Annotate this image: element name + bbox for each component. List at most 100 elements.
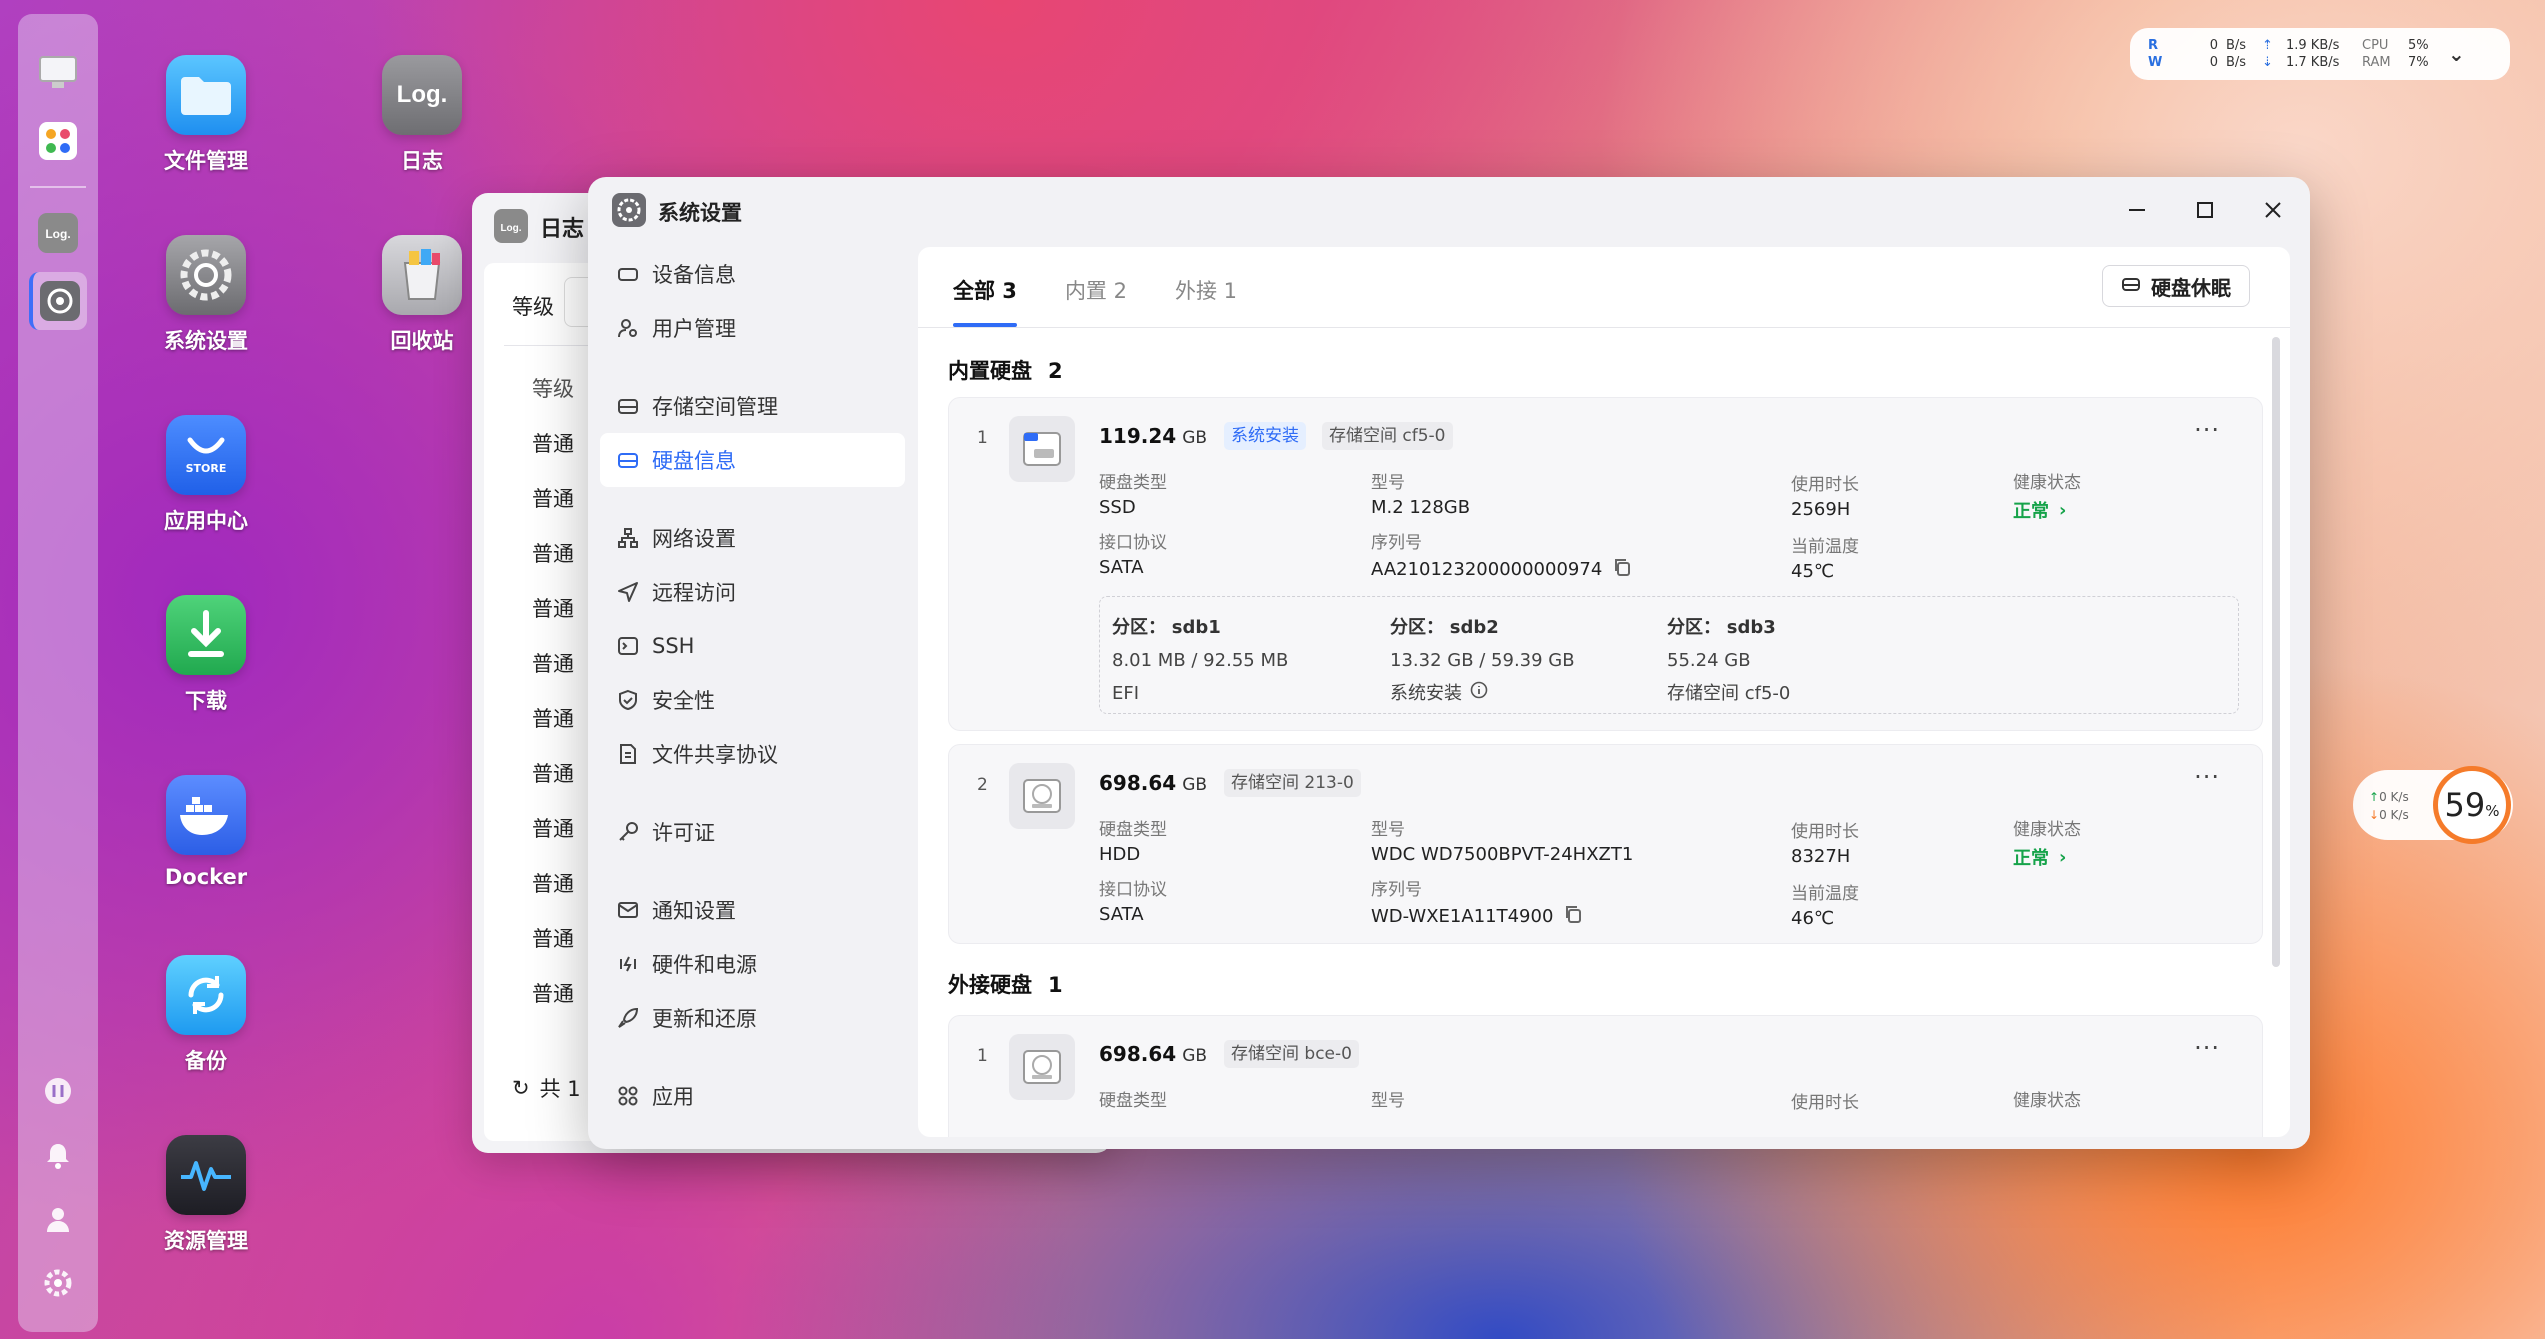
sidebar-item-device-info[interactable]: 设备信息 <box>600 247 905 301</box>
sidebar-item-apps[interactable]: 应用 <box>600 1069 905 1123</box>
disk-type-field: 硬盘类型 HDD <box>1099 815 1167 865</box>
table-row[interactable]: 普通 <box>532 648 574 678</box>
field-value: SATA <box>1099 557 1144 578</box>
sidebar-item-notifications[interactable]: 通知设置 <box>600 883 905 937</box>
sidebar-item-file-sharing[interactable]: 文件共享协议 <box>600 727 905 781</box>
read-value: 0 <box>2209 38 2218 53</box>
field-value: 46℃ <box>1791 908 1835 929</box>
disk-card[interactable]: 1 119.24 GB 系统安装 存储空间 cf5-0 ··· 硬盘类型 SSD 型… <box>948 397 2263 731</box>
dock-toggle-icon[interactable] <box>43 1076 73 1110</box>
refresh-icon[interactable]: ↻ <box>512 1076 530 1100</box>
desktop-icon-docker[interactable]: Docker <box>121 775 291 889</box>
resource-monitor-widget[interactable]: R W 0 0 B/s B/s ⇡ ⇣ 1.9 KB/s 1.7 KB/s CP… <box>2130 28 2510 80</box>
health-status: 正常 <box>2013 848 2049 869</box>
more-options-icon[interactable]: ··· <box>2194 1034 2220 1062</box>
download-arrow-icon: ⇣ <box>2262 55 2273 70</box>
copy-icon[interactable] <box>1612 557 1632 582</box>
info-icon[interactable] <box>1470 677 1488 710</box>
desktop-icon-label: 文件管理 <box>164 149 248 173</box>
desktop-icon-backup[interactable]: 备份 <box>121 955 291 1075</box>
down-arrow-icon: ↓ <box>2369 808 2380 822</box>
disk-sleep-button[interactable]: 硬盘休眠 <box>2102 265 2250 307</box>
tab-all[interactable]: 全部 3 <box>953 247 1017 327</box>
sidebar-item-license[interactable]: 许可证 <box>600 805 905 859</box>
table-row[interactable]: 普通 <box>532 978 574 1008</box>
net-up-value: 0 <box>2379 790 2387 804</box>
send-icon <box>614 578 642 606</box>
gear-icon[interactable] <box>43 1268 73 1302</box>
partition-label: 分区： <box>1667 617 1721 638</box>
tab-external[interactable]: 外接 1 <box>1175 247 1237 327</box>
dock-settings-icon[interactable] <box>29 272 87 330</box>
disk-card[interactable]: 2 698.64 GB 存储空间 213-0 ··· 硬盘类型 HDD 型号 WDC … <box>948 744 2263 944</box>
disk-index: 1 <box>977 428 988 448</box>
sidebar-item-disk-info[interactable]: 硬盘信息 <box>600 433 905 487</box>
partition-label: 分区： <box>1390 617 1444 638</box>
disk-model-field: 型号 WDC WD7500BPVT-24HXZT1 <box>1371 815 1633 865</box>
log-footer: ↻ 共 1 <box>512 1073 581 1103</box>
upload-speed: 1.9 KB/s <box>2286 38 2340 53</box>
sidebar-item-user-management[interactable]: 用户管理 <box>600 301 905 355</box>
table-row[interactable]: 普通 <box>532 923 574 953</box>
more-options-icon[interactable]: ··· <box>2194 416 2220 444</box>
desktop-icon-file-manager[interactable]: 文件管理 <box>121 55 291 175</box>
dock-apps-icon[interactable] <box>29 112 87 170</box>
field-label: 使用时长 <box>1791 475 1859 495</box>
desktop-icon-download[interactable]: 下载 <box>121 595 291 715</box>
tab-internal[interactable]: 内置 2 <box>1065 247 1127 327</box>
log-icon-text: Log. <box>396 81 448 108</box>
disk-capacity-unit: GB <box>1182 428 1208 448</box>
sidebar-item-security[interactable]: 安全性 <box>600 673 905 727</box>
store-text: STORE <box>185 461 227 475</box>
close-icon[interactable] <box>2258 195 2288 225</box>
field-label: 健康状态 <box>2013 1091 2081 1111</box>
network-speed-widget[interactable]: ↑0 K/s ↓0 K/s 59% <box>2353 766 2513 844</box>
system-settings-window[interactable]: 系统设置 设备信息 用户管理 存储空间管理 硬盘信息 网络设置 远程访问 SSH… <box>588 177 2310 1149</box>
ram-label: RAM <box>2362 55 2391 70</box>
content-scrollbar[interactable] <box>2272 337 2280 967</box>
table-row[interactable]: 普通 <box>532 703 574 733</box>
table-row[interactable]: 普通 <box>532 758 574 788</box>
internal-disks-heading: 内置硬盘 2 <box>948 355 1063 385</box>
sidebar-item-update-restore[interactable]: 更新和还原 <box>600 991 905 1045</box>
field-label: 型号 <box>1371 820 1405 840</box>
user-icon[interactable] <box>43 1204 73 1238</box>
sidebar-item-storage[interactable]: 存储空间管理 <box>600 379 905 433</box>
dock-monitor-icon[interactable] <box>29 44 87 102</box>
copy-icon[interactable] <box>1563 904 1583 929</box>
desktop-icon-settings[interactable]: 系统设置 <box>121 235 291 355</box>
desktop-icon-resource-manager[interactable]: 资源管理 <box>121 1135 291 1255</box>
table-row[interactable]: 普通 <box>532 813 574 843</box>
sidebar-item-hardware-power[interactable]: 硬件和电源 <box>600 937 905 991</box>
health-status-link[interactable]: 正常 › <box>2013 497 2081 523</box>
disk-card[interactable]: 1 698.64 GB 存储空间 bce-0 ··· 硬盘类型 型号 使用时长 健… <box>948 1015 2263 1137</box>
maximize-icon[interactable] <box>2190 195 2220 225</box>
partition-size: 8.01 MB / 92.55 MB <box>1112 650 1289 671</box>
disk-capacity: 698.64 GB <box>1099 1042 1207 1066</box>
health-status-link[interactable]: 正常 › <box>2013 844 2081 870</box>
sidebar-item-network[interactable]: 网络设置 <box>600 511 905 565</box>
table-row[interactable]: 普通 <box>532 868 574 898</box>
partition-size: 55.24 GB <box>1667 650 1751 671</box>
desktop-icon-log[interactable]: Log. 日志 <box>337 55 507 175</box>
desktop-icon-label: 资源管理 <box>164 1229 248 1253</box>
table-row[interactable]: 普通 <box>532 483 574 513</box>
window-title: 系统设置 <box>658 201 742 225</box>
rocket-icon <box>614 1004 642 1032</box>
partition-name: sdb2 <box>1449 617 1499 638</box>
download-speed: 1.7 KB/s <box>2286 55 2340 70</box>
desktop-icon-app-center[interactable]: STORE 应用中心 <box>121 415 291 535</box>
more-options-icon[interactable]: ··· <box>2194 763 2220 791</box>
hdd-disk-icon <box>1009 1034 1075 1100</box>
notification-bell-icon[interactable] <box>43 1140 73 1174</box>
table-row[interactable]: 普通 <box>532 593 574 623</box>
collapse-chevron-icon[interactable]: ⌄ <box>2448 42 2465 66</box>
minimize-icon[interactable] <box>2122 195 2152 225</box>
external-disks-count: 1 <box>1048 973 1063 997</box>
sidebar-item-remote-access[interactable]: 远程访问 <box>600 565 905 619</box>
table-row[interactable]: 普通 <box>532 428 574 458</box>
dock-log-icon[interactable]: Log. <box>29 204 87 262</box>
sidebar-item-ssh[interactable]: SSH <box>600 619 905 673</box>
table-row[interactable]: 普通 <box>532 538 574 568</box>
disk-tabs: 全部 3 内置 2 外接 1 <box>953 247 1237 327</box>
